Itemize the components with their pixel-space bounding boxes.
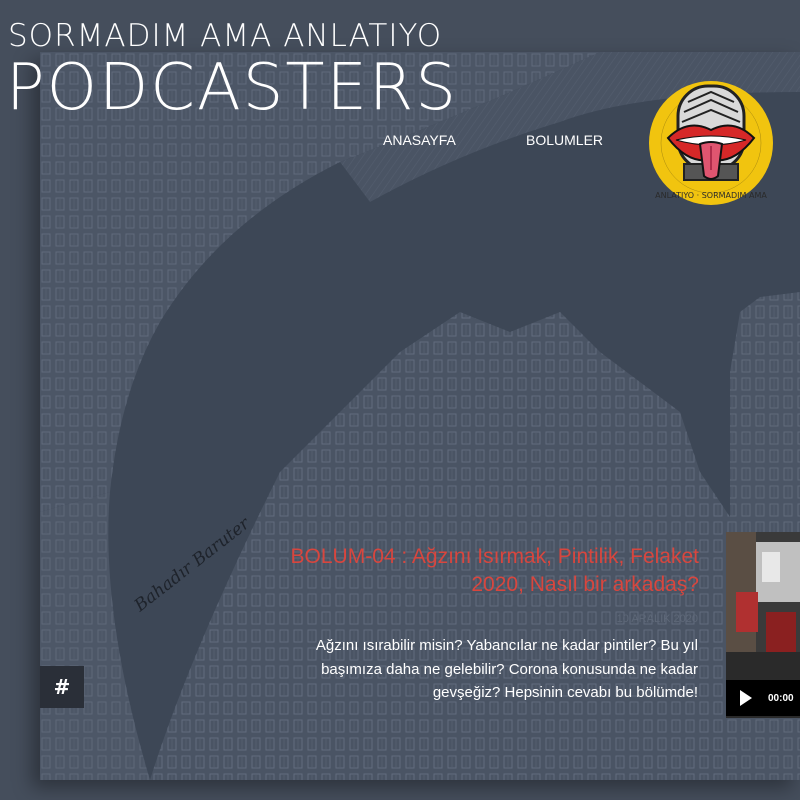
logo-ring-text: ANLATIYO · SORMADIM AMA [655,191,767,200]
episode-date: 10 ARALIK 2020 [616,613,698,625]
episode-desc-line-3: gevşeğiz? Hepsinin cevabı bu bölümde! [432,684,698,701]
nav-link-anasayfa[interactable]: ANASAYFA [383,132,456,148]
nav-link-bolumler[interactable]: BOLUMLER [526,132,603,148]
episode-desc-line-1: Ağzını ısırabilir misin? Yabancılar ne k… [315,637,698,654]
site-subtitle: SORMADIM AMA ANLATIYO [8,18,443,54]
play-icon[interactable] [740,690,752,706]
episode-description: Ağzını ısırabilir misin? Yabancılar ne k… [268,634,698,705]
audio-player[interactable]: 00:00 [726,680,800,716]
episode-title-line-2[interactable]: 2020, Nasıl bir arkadaş? [234,571,699,599]
episode-title-line-1[interactable]: BOLUM-04 : Ağzını Isırmak, Pintilik, Fel… [234,543,699,571]
episode-desc-line-2: başımıza daha ne gelebilir? Corona konus… [321,660,698,678]
podcast-logo[interactable]: ANLATIYO · SORMADIM AMA [648,80,774,206]
site-title[interactable]: PODCASTERS [6,52,458,124]
episode-title-link[interactable]: BOLUM-04 : Ağzını Isırmak, Pintilik, Fel… [234,543,699,599]
player-time: 00:00 [768,692,794,704]
hash-button[interactable]: # [40,666,84,708]
